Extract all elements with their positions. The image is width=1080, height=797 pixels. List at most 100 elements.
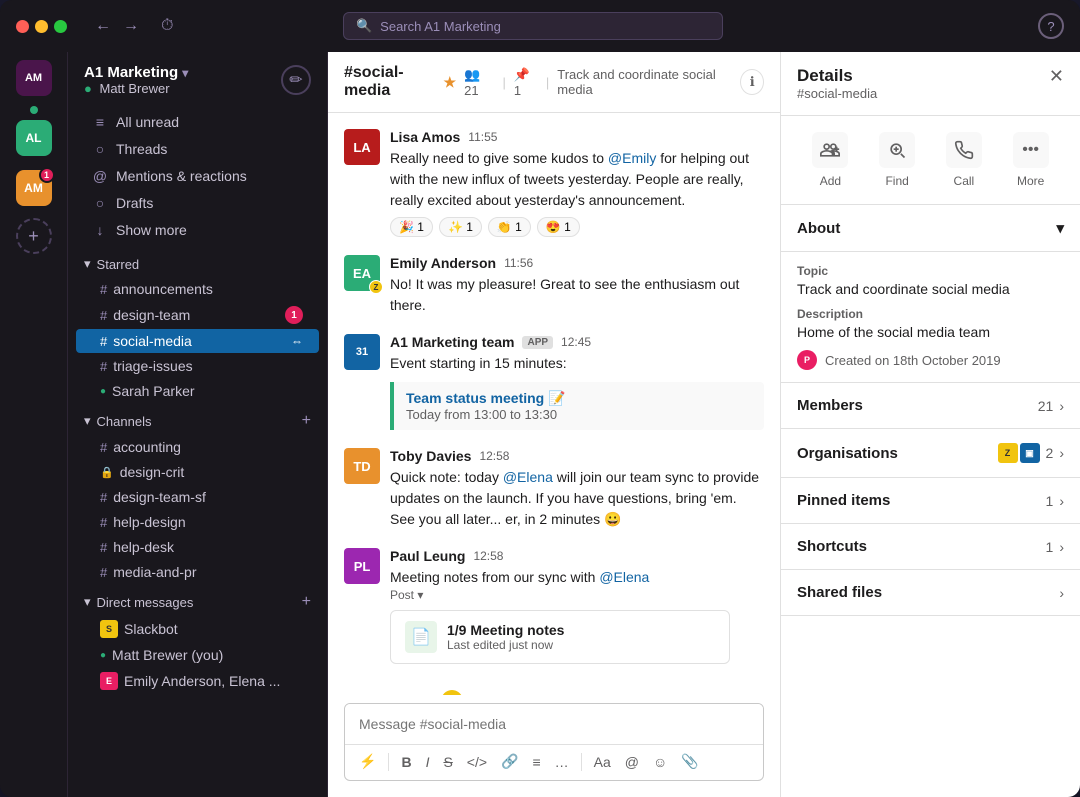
mention[interactable]: @Elena xyxy=(503,469,553,485)
help-button[interactable]: ? xyxy=(1038,13,1064,39)
sidebar-item-mentions[interactable]: @ Mentions & reactions xyxy=(76,163,319,189)
attachment-title[interactable]: Team status meeting 📝 xyxy=(406,390,752,407)
hash-icon: # xyxy=(100,440,107,455)
info-button[interactable]: ℹ xyxy=(740,69,764,95)
about-toggle[interactable]: About ▾ xyxy=(781,205,1080,252)
search-icon: 🔍 xyxy=(356,18,372,34)
channel-item-help-desk[interactable]: # help-desk xyxy=(76,535,319,559)
workspace-avatar-1[interactable]: AM xyxy=(16,60,52,96)
workspace-avatar-2[interactable]: AL xyxy=(16,120,52,156)
sidebar-item-drafts[interactable]: ○ Drafts xyxy=(76,190,319,216)
avatar: LA xyxy=(344,129,380,165)
list-button[interactable]: ≡ xyxy=(526,750,546,774)
bold-button[interactable]: B xyxy=(395,750,417,774)
more-formatting-button[interactable]: … xyxy=(549,750,575,774)
shortcuts-row[interactable]: Shortcuts 1 › xyxy=(781,524,1080,570)
attachment-button[interactable]: 📎 xyxy=(675,749,704,774)
system-message: Z Zenith Marketing is in this channel xyxy=(344,682,764,695)
code-button[interactable]: </> xyxy=(461,750,493,774)
maximize-button[interactable] xyxy=(54,20,67,33)
italic-button[interactable]: I xyxy=(420,750,436,774)
hash-icon: # xyxy=(100,282,107,297)
channel-item-design-crit[interactable]: 🔒 design-crit xyxy=(76,460,319,484)
sidebar-item-show-more[interactable]: ↓ Show more xyxy=(76,217,319,243)
add-workspace-button[interactable]: + xyxy=(16,218,52,254)
call-action-button[interactable]: Call xyxy=(946,132,982,188)
starred-section-header[interactable]: ▾ Starred xyxy=(68,248,327,276)
channel-item-design-team-sf[interactable]: # design-team-sf xyxy=(76,485,319,509)
shortcuts-label: Shortcuts xyxy=(797,538,867,555)
message-text: Quick note: today @Elena will join our t… xyxy=(390,467,764,530)
channel-topic: Track and coordinate social media xyxy=(557,67,732,97)
reaction-button[interactable]: 🎉 1 xyxy=(390,217,433,237)
channel-item-social-media[interactable]: # social-media ⇔ xyxy=(76,329,319,353)
shared-files-row[interactable]: Shared files › xyxy=(781,570,1080,616)
star-icon[interactable]: ★ xyxy=(444,74,457,91)
show-more-icon: ↓ xyxy=(92,222,108,238)
workspace-avatar-3[interactable]: AM 1 xyxy=(16,170,52,206)
compose-button[interactable]: ✏ xyxy=(281,65,311,95)
channel-meta: 👥 21 | 📌 1 | Track and coordinate social… xyxy=(464,67,732,98)
dm-section-header[interactable]: ▾ Direct messages + xyxy=(68,585,327,615)
sidebar-item-all-unread[interactable]: ≡ All unread xyxy=(76,109,319,135)
channels-section-header[interactable]: ▾ Channels + xyxy=(68,404,327,434)
reaction-button[interactable]: 😍 1 xyxy=(537,217,580,237)
details-header: Details #social-media ✕ xyxy=(781,52,1080,116)
pinned-items-count: 1 › xyxy=(1046,493,1064,509)
traffic-lights xyxy=(16,20,67,33)
message-body: Toby Davies 12:58 Quick note: today @Ele… xyxy=(390,448,764,530)
close-panel-button[interactable]: ✕ xyxy=(1049,66,1064,87)
add-channel-button[interactable]: + xyxy=(302,412,311,430)
history-button[interactable]: ⏱ xyxy=(155,15,179,37)
search-bar[interactable]: 🔍 Search A1 Marketing xyxy=(343,12,723,40)
more-action-button[interactable]: ••• More xyxy=(1013,132,1049,188)
channel-item-triage-issues[interactable]: # triage-issues xyxy=(76,354,319,378)
pinned-items-row[interactable]: Pinned items 1 › xyxy=(781,478,1080,524)
message-text: Really need to give some kudos to @Emily… xyxy=(390,148,764,211)
message-input[interactable] xyxy=(345,704,763,744)
mention[interactable]: @Elena xyxy=(599,569,649,585)
channel-item-media-and-pr[interactable]: # media-and-pr xyxy=(76,560,319,584)
back-button[interactable]: ← xyxy=(91,15,115,37)
reaction-button[interactable]: ✨ 1 xyxy=(439,217,482,237)
post-label[interactable]: Post ▾ xyxy=(390,588,764,602)
sidebar-item-threads[interactable]: ○ Threads xyxy=(76,136,319,162)
dm-item-matt-brewer[interactable]: ● Matt Brewer (you) xyxy=(76,643,319,667)
members-row[interactable]: Members 21 › xyxy=(781,383,1080,429)
channel-item-accounting[interactable]: # accounting xyxy=(76,435,319,459)
channel-item-sarah-parker[interactable]: ● Sarah Parker xyxy=(76,379,319,403)
link-button[interactable]: 🔗 xyxy=(495,749,524,774)
emoji-button[interactable]: ☺ xyxy=(647,750,673,774)
file-attachment[interactable]: 📄 1/9 Meeting notes Last edited just now xyxy=(390,610,730,664)
messages-area[interactable]: LA Lisa Amos 11:55 Really need to give s… xyxy=(328,113,780,695)
dm-item-slackbot[interactable]: S Slackbot xyxy=(76,616,319,642)
lightning-button[interactable]: ⚡ xyxy=(353,749,382,774)
search-placeholder: Search A1 Marketing xyxy=(380,19,501,34)
dm-label: Slackbot xyxy=(124,621,178,637)
find-action-button[interactable]: Find xyxy=(879,132,915,188)
emily-avatar: E xyxy=(100,672,118,690)
dm-item-emily-anderson[interactable]: E Emily Anderson, Elena ... xyxy=(76,668,319,694)
forward-button[interactable]: → xyxy=(119,15,143,37)
reaction-button[interactable]: 👏 1 xyxy=(488,217,531,237)
workspace-name[interactable]: A1 Marketing ▾ xyxy=(84,64,188,81)
channel-item-help-design[interactable]: # help-design xyxy=(76,510,319,534)
minimize-button[interactable] xyxy=(35,20,48,33)
mention-button[interactable]: @ xyxy=(619,750,645,774)
message-header: Lisa Amos 11:55 xyxy=(390,129,764,145)
organisations-row[interactable]: Organisations Z ▣ 2 › xyxy=(781,429,1080,478)
close-button[interactable] xyxy=(16,20,29,33)
message-body: Paul Leung 12:58 Meeting notes from our … xyxy=(390,548,764,664)
channel-item-announcements[interactable]: # announcements xyxy=(76,277,319,301)
input-box: ⚡ B I S </> 🔗 ≡ … Aa @ ☺ 📎 xyxy=(344,703,764,781)
message-time: 12:58 xyxy=(473,549,503,563)
chat-area: #social-media ★ 👥 21 | 📌 1 | Track and c… xyxy=(328,52,780,797)
mention[interactable]: @Emily xyxy=(608,150,656,166)
add-action-button[interactable]: Add xyxy=(812,132,848,188)
threads-label: Threads xyxy=(116,141,167,157)
add-dm-button[interactable]: + xyxy=(302,593,311,611)
channel-item-design-team[interactable]: # design-team 1 xyxy=(76,302,319,328)
strikethrough-button[interactable]: S xyxy=(437,750,458,774)
text-style-button[interactable]: Aa xyxy=(588,750,617,774)
online-dot-icon: ● xyxy=(100,650,106,661)
